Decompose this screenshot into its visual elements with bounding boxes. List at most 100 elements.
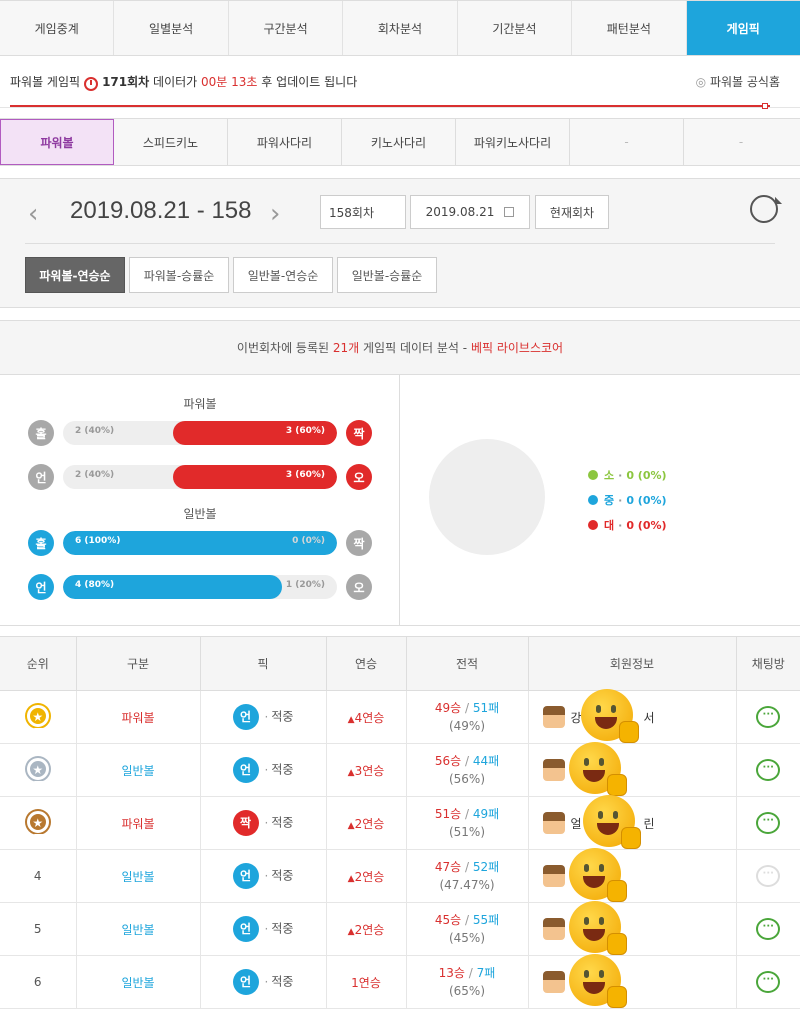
game-tabs: 파워볼 스피드키노 파워사다리 키노사다리 파워키노사다리 - - [0, 118, 800, 166]
tab-powerball[interactable]: 파워볼 [0, 119, 114, 165]
ratio-right-text: 3 (60%) [285, 426, 325, 436]
silver-medal-icon [26, 757, 49, 788]
ratio-left-text: 4 (80%) [75, 580, 115, 590]
prev-round-arrow[interactable]: ‹ [28, 199, 38, 229]
member-name-start: 강 [570, 710, 582, 725]
legend-name: 중 [604, 494, 615, 507]
up-triangle-icon: ▲ [347, 873, 355, 884]
nav-range-analysis[interactable]: 구간분석 [229, 1, 344, 55]
size-distribution: 소 · 0 (0%) 중 · 0 (0%) 대 · 0 (0%) [400, 375, 800, 625]
round-number-input[interactable]: 158회차 [320, 195, 406, 229]
wins-text: 49승 [434, 701, 462, 715]
streak-cell: ▲2연승 [326, 849, 407, 903]
rank-cell [0, 796, 77, 850]
sort-normal-rate[interactable]: 일반볼-승률순 [337, 257, 437, 293]
pick-analysis: 이번회차에 등록된 21개 게임픽 데이터 분석 - 베픽 라이브스코어 파워볼… [0, 320, 800, 626]
thumbs-up-emoji-icon [568, 901, 627, 955]
clock-icon [84, 76, 99, 91]
legend-dot [588, 470, 598, 480]
option-left-badge: 언 [28, 574, 54, 600]
next-round-arrow[interactable]: › [270, 199, 280, 229]
avatar [542, 759, 565, 781]
streak-cell: ▲4연승 [326, 690, 407, 744]
tab-power-ladder[interactable]: 파워사다리 [228, 119, 342, 165]
ratio-left-text: 2 (40%) [75, 426, 115, 436]
nav-game-pick[interactable]: 게임픽 [686, 1, 800, 55]
chat-bubble-icon[interactable]: ··· [756, 971, 781, 993]
analysis-mid: 게임픽 데이터 분석 - [363, 341, 468, 355]
category-text: 일반볼 [121, 922, 155, 937]
chat-cell[interactable]: ··· [736, 690, 800, 744]
ratio-left-text: 6 (100%) [75, 536, 121, 546]
avatar [542, 706, 565, 728]
tab-empty-1: - [570, 119, 684, 165]
member-cell[interactable] [528, 742, 737, 797]
chat-bubble-icon[interactable]: ··· [756, 706, 781, 728]
wins-text: 51승 [434, 807, 462, 821]
avatar [542, 971, 565, 993]
official-home-label: 파워볼 공식홈 [709, 75, 780, 89]
chat-bubble-icon[interactable]: ··· [756, 759, 781, 781]
chat-bubble-icon[interactable]: ··· [756, 918, 781, 940]
ranking-table: 순위 구분 픽 연승 전적 회원정보 채팅방 파워볼 언·적중 ▲4연승 49승… [0, 636, 800, 1009]
ratio-row: 언 4 (80%) 1 (20%) 오 [28, 573, 374, 601]
date-input[interactable]: 2019.08.21 [410, 195, 530, 229]
nav-round-analysis[interactable]: 회차분석 [343, 1, 458, 55]
chat-cell[interactable]: ··· [736, 849, 800, 903]
nav-daily-analysis[interactable]: 일별분석 [114, 1, 229, 55]
analysis-pre: 이번회차에 등록된 [236, 341, 330, 355]
up-triangle-icon: ▲ [347, 714, 355, 725]
chat-bubble-icon[interactable]: ··· [756, 865, 781, 887]
member-cell[interactable] [528, 954, 737, 1009]
chat-cell[interactable]: ··· [736, 955, 800, 1009]
powerball-label: 파워볼 [183, 397, 217, 411]
losses-text: 52패 [472, 860, 500, 874]
tab-keno-ladder[interactable]: 키노사다리 [342, 119, 456, 165]
record-cell: 47승 / 52패 (47.47%) [406, 849, 529, 903]
table-row: 일반볼 언·적중 ▲3연승 56승 / 44패 (56%) ··· [0, 742, 800, 797]
ratio-left-text: 2 (40%) [75, 470, 115, 480]
nav-period-analysis[interactable]: 기간분석 [458, 1, 573, 55]
rate-text: (65%) [448, 984, 486, 998]
chat-cell[interactable]: ··· [736, 902, 800, 956]
member-cell[interactable]: 얼 린 [528, 795, 737, 850]
ratio-right-text: 0 (0%) [292, 536, 325, 546]
ratio-row: 홀 6 (100%) 0 (0%) 짝 [28, 529, 374, 557]
member-cell[interactable] [528, 848, 737, 903]
sort-powerball-rate[interactable]: 파워볼-승률순 [129, 257, 229, 293]
ratio-row: 언 2 (40%) 3 (60%) 오 [28, 463, 374, 491]
current-round-button[interactable]: 현재회차 [535, 195, 609, 229]
chat-bubble-icon[interactable]: ··· [756, 812, 781, 834]
info-middle: 데이터가 [153, 75, 198, 89]
member-cell[interactable] [528, 901, 737, 956]
option-right-badge: 짝 [346, 420, 372, 446]
losses-text: 49패 [472, 807, 500, 821]
nav-game-broadcast[interactable]: 게임중계 [0, 1, 115, 55]
rank-cell: 4 [0, 849, 77, 903]
official-home-link[interactable]: ◎ 파워볼 공식홈 [696, 73, 780, 90]
member-cell[interactable]: 강 서 [528, 689, 737, 744]
round-selector: ‹ 2019.08.21 - 158 › 158회차 2019.08.21 현재… [0, 178, 800, 308]
legend-value: 0 (0%) [626, 468, 667, 482]
info-countdown: 00분 13초 [201, 75, 258, 89]
record-cell: 49승 / 51패 (49%) [406, 690, 529, 744]
tab-speed-keno[interactable]: 스피드키노 [114, 119, 228, 165]
pick-badge: 언 [232, 916, 259, 942]
legend-dot [588, 495, 598, 505]
chat-cell[interactable]: ··· [736, 796, 800, 850]
sort-powerball-streak[interactable]: 파워볼-연승순 [25, 257, 125, 293]
col-record: 전적 [406, 636, 529, 691]
nav-pattern-analysis[interactable]: 패턴분석 [572, 1, 687, 55]
member-name-start: 얼 [570, 816, 582, 831]
tab-power-keno-ladder[interactable]: 파워키노사다리 [456, 119, 570, 165]
chat-cell[interactable]: ··· [736, 743, 800, 797]
divider [25, 243, 775, 244]
legend-item: 소 · 0 (0%) [588, 467, 667, 483]
refresh-icon[interactable] [750, 195, 778, 223]
sort-normal-streak[interactable]: 일반볼-연승순 [233, 257, 333, 293]
update-info-bar: 파워볼 게임픽 171회차 데이터가 00분 13초 후 업데이트 됩니다 ◎ … [0, 56, 800, 109]
tab-empty-2: - [738, 135, 744, 149]
option-right-badge: 짝 [346, 530, 372, 556]
pick-result: 적중 [271, 868, 294, 883]
gold-medal-icon [26, 704, 49, 735]
